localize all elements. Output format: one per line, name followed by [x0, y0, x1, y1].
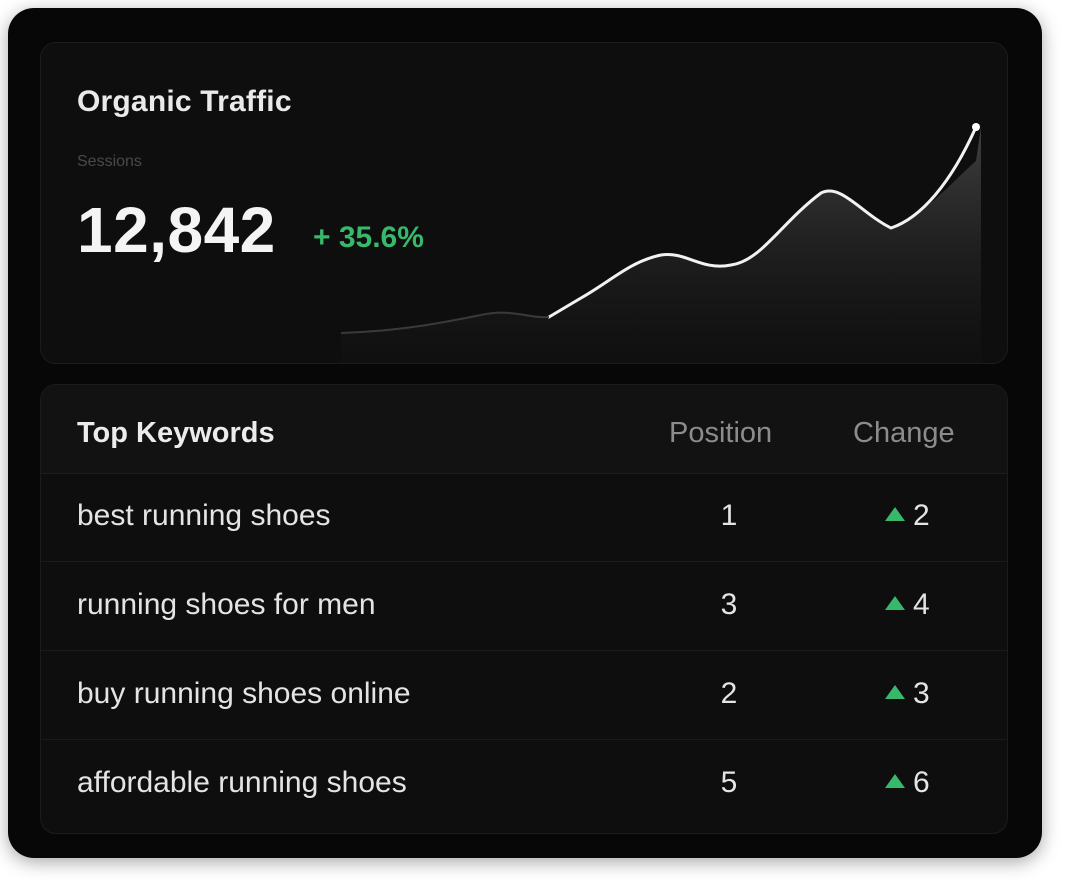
traffic-area: [341, 127, 981, 363]
traffic-sublabel: Sessions: [77, 153, 142, 170]
triangle-up-icon: [885, 774, 905, 788]
keyword-change-value: 4: [913, 588, 930, 621]
keyword-position: 1: [720, 499, 738, 532]
table-header: Top Keywords Position Change: [41, 385, 1007, 474]
keyword-change-value: 6: [913, 766, 930, 799]
table-row[interactable]: affordable running shoes 5 6: [41, 740, 1007, 828]
triangle-up-icon: [885, 507, 905, 521]
traffic-change-badge: + 35.6%: [313, 221, 424, 254]
keyword-text: affordable running shoes: [77, 766, 407, 799]
keyword-text: buy running shoes online: [77, 677, 411, 710]
table-row[interactable]: running shoes for men 3 4: [41, 562, 1007, 651]
header-change[interactable]: Change: [853, 417, 955, 450]
table-row[interactable]: best running shoes 1 2: [41, 473, 1007, 562]
organic-traffic-panel: Organic Traffic Sessions 12,842 + 35.6%: [40, 42, 1008, 364]
traffic-value: 12,842: [77, 194, 276, 266]
header-position[interactable]: Position: [669, 417, 772, 450]
top-keywords-table: Top Keywords Position Change best runnin…: [40, 384, 1008, 834]
keyword-change: 3: [885, 677, 930, 711]
keyword-change: 6: [885, 766, 930, 800]
keyword-change: 4: [885, 588, 930, 622]
header-top-keywords: Top Keywords: [77, 417, 275, 449]
keyword-change-value: 2: [913, 499, 930, 532]
keyword-text: best running shoes: [77, 499, 331, 532]
triangle-up-icon: [885, 596, 905, 610]
table-row[interactable]: buy running shoes online 2 3: [41, 651, 1007, 740]
keyword-position: 5: [720, 766, 738, 799]
keyword-text: running shoes for men: [77, 588, 376, 621]
keyword-position: 3: [720, 588, 738, 621]
traffic-title: Organic Traffic: [77, 85, 292, 118]
traffic-endpoint: [972, 123, 980, 131]
keyword-change-value: 3: [913, 677, 930, 710]
keyword-position: 2: [720, 677, 738, 710]
triangle-up-icon: [885, 685, 905, 699]
keyword-change: 2: [885, 499, 930, 533]
seo-dashboard-card: Organic Traffic Sessions 12,842 + 35.6% …: [8, 8, 1042, 858]
